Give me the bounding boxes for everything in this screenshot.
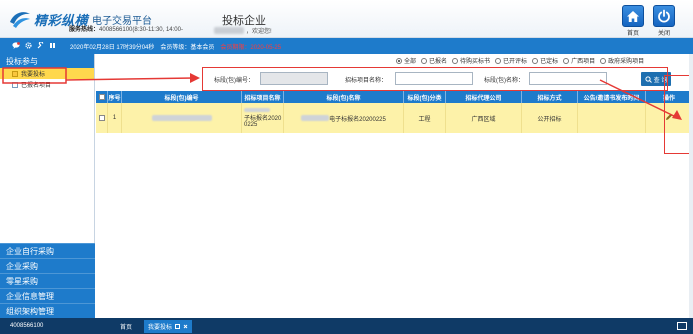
folder-icon	[12, 81, 18, 88]
col-project-name: 招标项目名称	[242, 91, 284, 103]
close-button[interactable]	[653, 5, 675, 27]
power-icon	[658, 9, 670, 23]
row-package-name: 电子标报名20200225	[284, 103, 404, 133]
sidebar-title: 投标参与	[0, 54, 94, 68]
col-agency: 招标代理公司	[446, 91, 522, 103]
folder-icon	[12, 70, 18, 77]
table-row[interactable]: 1 子标报名2020 0225 电子标报名20200225 工程 广西区域 公开…	[96, 103, 693, 133]
sidebar: 投标参与 我要投标 已报名项目 企业自行采购 企业采购 零星采购 企业信息管理 …	[0, 54, 95, 318]
radio-to-buy[interactable]: 待购买标书	[452, 56, 490, 65]
sidebar-cat-org-structure[interactable]: 组织架构管理	[0, 303, 95, 318]
action-highlight-box	[664, 75, 690, 154]
row-index: 1	[108, 103, 122, 133]
fullscreen-icon[interactable]	[677, 322, 687, 330]
tab-home[interactable]: 首页	[120, 322, 132, 331]
row-publish-time	[578, 103, 646, 133]
footer-phone: 4008566100	[10, 323, 44, 329]
home-button[interactable]	[622, 5, 644, 27]
filter-highlight-box	[202, 67, 668, 91]
sidebar-cat-self-purchase[interactable]: 企业自行采购	[0, 243, 95, 258]
home-label: 首页	[626, 31, 639, 37]
row-method: 公开招标	[522, 103, 578, 133]
datetime: 2020年02月28日 17时39分04秒	[70, 44, 155, 51]
logo-icon	[8, 8, 32, 30]
bid-table: 序号 标段(包)编号 招标项目名称 标段(包)名称 标段(包)分类 招标代理公司…	[96, 91, 693, 133]
sidebar-item-registered[interactable]: 已报名项目	[0, 79, 94, 90]
footer: 4008566100 首页 我要投标	[0, 318, 693, 334]
radio-guangxi[interactable]: 广西项目	[563, 56, 595, 65]
status-filter: 全部 已报名 待购买标书 已开评标 已定标 广西项目 政府采购项目	[396, 56, 644, 65]
row-checkbox[interactable]	[98, 115, 105, 121]
sidebar-cat-enterprise-purchase[interactable]: 企业采购	[0, 258, 95, 273]
radio-all[interactable]: 全部	[396, 56, 416, 65]
col-publish-time: 公告/邀请书发布时间	[578, 91, 646, 103]
member-level: 会员等级：基本会员	[160, 44, 215, 51]
radio-opened[interactable]: 已开评标	[495, 56, 527, 65]
close-tab-icon[interactable]	[183, 324, 188, 329]
sidebar-cat-sporadic-purchase[interactable]: 零星采购	[0, 273, 95, 288]
row-agency: 广西区域	[446, 103, 522, 133]
window-icon	[175, 323, 181, 329]
sidebar-item-label: 我要投标	[21, 72, 46, 78]
info-bar: 2020年02月28日 17时39分04秒 会员等级：基本会员 会员期限：202…	[0, 38, 693, 54]
home-icon	[627, 10, 639, 22]
col-code: 标段(包)编号	[122, 91, 242, 103]
table-header: 序号 标段(包)编号 招标项目名称 标段(包)名称 标段(包)分类 招标代理公司…	[96, 91, 693, 103]
tab-bid[interactable]: 我要投标	[144, 319, 193, 333]
welcome-text: ，欢迎您!	[246, 29, 272, 35]
hotline: 服务热线：4008566100(8:30-11:30, 14:00-	[69, 27, 183, 33]
sidebar-cat-enterprise-info[interactable]: 企业信息管理	[0, 288, 95, 303]
main-content: 全部 已报名 待购买标书 已开评标 已定标 广西项目 政府采购项目 标段(包)编…	[96, 54, 693, 318]
col-package-name: 标段(包)名称	[284, 91, 404, 103]
book-icon[interactable]	[49, 42, 56, 51]
select-all-checkbox[interactable]	[98, 94, 105, 100]
radio-gov[interactable]: 政府采购项目	[600, 56, 644, 65]
col-index: 序号	[108, 91, 122, 103]
sidebar-categories: 企业自行采购 企业采购 零星采购 企业信息管理 组织架构管理	[0, 243, 95, 318]
username-redacted	[214, 27, 244, 34]
app-header: 精彩纵横 电子交易平台 服务热线：4008566100(8:30-11:30, …	[0, 0, 693, 38]
member-expire: 会员期限：2020-05-25	[220, 44, 282, 51]
col-category: 标段(包)分类	[404, 91, 446, 103]
col-method: 招标方式	[522, 91, 578, 103]
scrollbar[interactable]	[689, 54, 693, 318]
radio-awarded[interactable]: 已定标	[532, 56, 558, 65]
row-code-redacted	[122, 103, 242, 133]
message-icon[interactable]	[12, 41, 20, 51]
sidebar-item-bid[interactable]: 我要投标	[0, 68, 94, 79]
sidebar-item-label: 已报名项目	[21, 83, 52, 89]
wrench-icon[interactable]	[37, 40, 44, 51]
row-category: 工程	[404, 103, 446, 133]
select-all-cell[interactable]	[96, 91, 108, 103]
close-label: 关闭	[657, 31, 670, 37]
row-project-name: 子标报名2020 0225	[242, 103, 284, 133]
radio-registered[interactable]: 已报名	[421, 56, 447, 65]
gear-icon[interactable]	[25, 41, 32, 51]
